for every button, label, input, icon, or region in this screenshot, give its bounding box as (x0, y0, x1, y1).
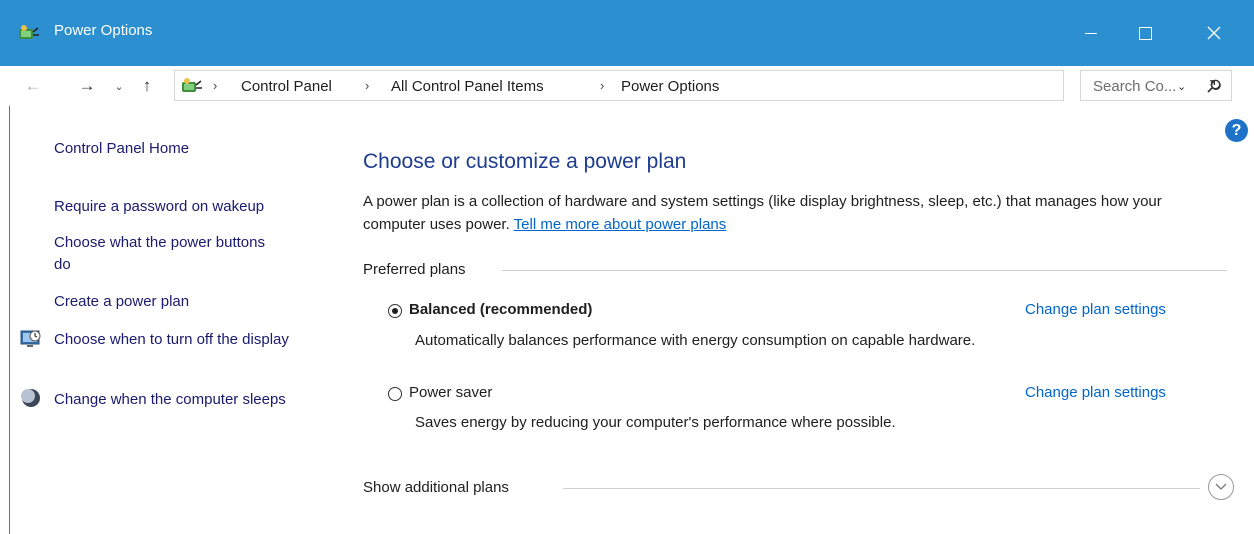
maximize-button[interactable] (1122, 12, 1168, 54)
up-button[interactable]: ↑ (134, 72, 160, 100)
close-button[interactable] (1191, 12, 1237, 54)
radio-selected-dot (392, 308, 398, 314)
search-placeholder: Search Co... (1093, 78, 1177, 95)
title-bar: Power Options (0, 0, 1254, 66)
plan-name-balanced[interactable]: Balanced (recommended) (409, 301, 592, 318)
search-box[interactable]: Search Co... (1080, 70, 1232, 101)
navigation-bar: ← → ⌄ ↑ › Control Panel › All Control Pa… (0, 66, 1254, 106)
help-icon[interactable]: ? (1225, 119, 1248, 142)
chevron-right-icon: › (213, 78, 218, 93)
sidebar-item-control-panel-home[interactable]: Control Panel Home (54, 138, 189, 160)
chevron-right-icon: › (365, 78, 370, 93)
sidebar-item-require-password[interactable]: Require a password on wakeup (54, 196, 264, 218)
expand-additional-plans-button[interactable] (1208, 474, 1234, 500)
back-button[interactable]: ← (20, 72, 46, 100)
maximize-icon (1138, 26, 1152, 40)
breadcrumb-all-items[interactable]: All Control Panel Items (391, 78, 544, 95)
plan-description-power-saver: Saves energy by reducing your computer's… (415, 414, 896, 431)
divider (563, 488, 1200, 489)
window-border (9, 106, 10, 534)
preferred-plans-label: Preferred plans (363, 261, 466, 278)
sidebar-item-turn-off-display[interactable]: Choose when to turn off the display (54, 329, 314, 351)
chevron-down-icon: ⌄ (114, 80, 124, 93)
arrow-up-icon: ↑ (142, 76, 152, 95)
forward-button[interactable]: → (74, 72, 100, 100)
learn-more-link[interactable]: Tell me more about power plans (514, 216, 727, 233)
window-title: Power Options (54, 22, 153, 39)
monitor-clock-icon (20, 330, 41, 347)
power-options-icon (19, 25, 39, 39)
change-plan-settings-balanced[interactable]: Change plan settings (1025, 301, 1166, 318)
change-plan-settings-power-saver[interactable]: Change plan settings (1025, 384, 1166, 401)
search-icon[interactable] (1207, 79, 1221, 93)
address-bar[interactable]: › Control Panel › All Control Panel Item… (174, 70, 1222, 101)
breadcrumb-control-panel[interactable]: Control Panel (241, 78, 332, 95)
sidebar-item-power-buttons[interactable]: Choose what the power buttons do (54, 232, 284, 276)
description-text: A power plan is a collection of hardware… (363, 193, 1162, 233)
power-options-icon (182, 78, 202, 92)
minimize-icon (1085, 32, 1097, 34)
divider (502, 270, 1227, 271)
close-icon (1207, 26, 1221, 40)
page-title: Choose or customize a power plan (363, 150, 687, 173)
page-description: A power plan is a collection of hardware… (363, 190, 1213, 236)
chevron-down-icon (1215, 483, 1227, 490)
plan-description-balanced: Automatically balances performance with … (415, 332, 976, 349)
arrow-left-icon: ← (24, 76, 42, 95)
balanced-radio[interactable] (388, 304, 402, 318)
chevron-right-icon: › (600, 78, 605, 93)
recent-locations-button[interactable]: ⌄ (106, 72, 132, 100)
power-saver-radio[interactable] (388, 387, 402, 401)
sidebar-item-computer-sleeps[interactable]: Change when the computer sleeps (54, 389, 314, 411)
plan-name-power-saver[interactable]: Power saver (409, 384, 492, 401)
show-additional-plans-label[interactable]: Show additional plans (363, 479, 509, 496)
arrow-right-icon: → (78, 76, 96, 95)
minimize-button[interactable] (1068, 12, 1114, 54)
moon-icon (21, 389, 40, 407)
sidebar-item-create-plan[interactable]: Create a power plan (54, 291, 189, 313)
breadcrumb-power-options[interactable]: Power Options (621, 78, 719, 95)
